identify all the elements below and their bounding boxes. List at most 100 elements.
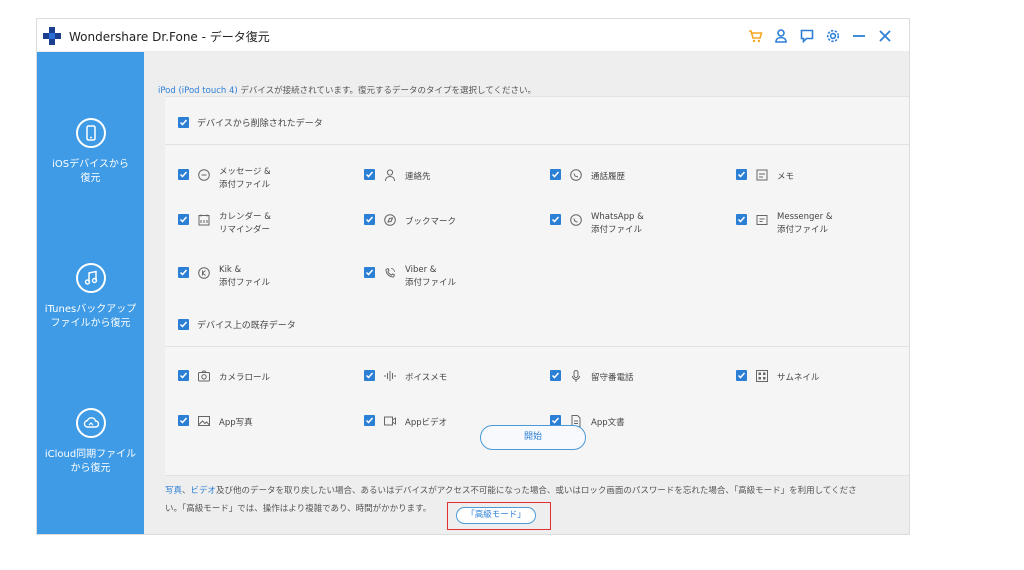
sidebar: iOSデバイスから 復元 iTunesバックアップ ファイルから復元 iClou…: [37, 52, 144, 534]
drfone-logo-icon: [43, 27, 61, 45]
message-icon: [198, 169, 210, 181]
option-thumbnails[interactable]: サムネイル: [736, 370, 906, 400]
whatsapp-icon: [570, 214, 582, 226]
option-kik[interactable]: Kik & 添付ファイル: [178, 265, 348, 297]
option-label: ブックマーク: [405, 217, 457, 227]
cart-icon[interactable]: [743, 24, 767, 48]
option-label: Messenger & 添付ファイル: [777, 212, 833, 235]
voice-memos-checkbox[interactable]: [364, 370, 375, 381]
option-messages[interactable]: メッセージ & 添付ファイル: [178, 167, 348, 199]
section-divider: [165, 144, 909, 145]
itunes-music-icon: [75, 263, 106, 293]
option-app-photos[interactable]: App写真: [178, 415, 348, 445]
option-label: メッセージ & 添付ファイル: [219, 167, 271, 190]
separator-text: 、: [182, 486, 191, 496]
photos-link[interactable]: 写真: [165, 486, 182, 496]
sidebar-item-itunes-backup[interactable]: iTunesバックアップ ファイルから復元: [37, 263, 144, 331]
start-button[interactable]: 開始: [480, 425, 586, 450]
whatsapp-checkbox[interactable]: [550, 214, 561, 225]
option-label: メモ: [777, 172, 795, 182]
option-bookmarks[interactable]: ブックマーク: [364, 214, 534, 244]
note-icon: [756, 169, 768, 181]
device-name: iPod (iPod touch 4): [158, 86, 238, 96]
option-label: WhatsApp & 添付ファイル: [591, 212, 644, 235]
window-title: Wondershare Dr.Fone - データ復元: [69, 30, 270, 44]
select-all-existing-checkbox[interactable]: [178, 319, 189, 330]
feedback-icon[interactable]: [795, 24, 819, 48]
option-label: 連絡先: [405, 172, 431, 182]
sidebar-item-icloud-sync[interactable]: iCloud同期ファイル から復元: [37, 408, 144, 476]
option-calendar[interactable]: カレンダー & リマインダー: [178, 212, 348, 244]
app-video-icon: [384, 416, 396, 426]
voicemail-checkbox[interactable]: [550, 370, 561, 381]
option-label: 留守番電話: [591, 373, 634, 383]
deleted-section-label: デバイスから削除されたデータ: [197, 119, 323, 129]
title-bar: Wondershare Dr.Fone - データ復元: [37, 19, 909, 52]
data-type-panel: デバイスから削除されたデータ メッセージ & 添付ファイル 連絡先 通話履歴 メ…: [165, 96, 909, 476]
sidebar-item-label: iOSデバイスから 復元: [52, 159, 129, 184]
hint-text: デバイスが接続されています。復元するデータのタイプを選択してください。: [240, 86, 537, 96]
option-notes[interactable]: メモ: [736, 169, 906, 199]
bookmark-icon: [384, 214, 396, 226]
sidebar-item-label: iTunesバックアップ ファイルから復元: [44, 304, 137, 329]
option-label: カメラロール: [219, 373, 271, 383]
voicemail-icon: [572, 370, 580, 382]
calendar-checkbox[interactable]: [178, 214, 189, 225]
option-label: Appビデオ: [405, 418, 448, 428]
notice-text-2: い。「高級モード」では、操作はより複雑であり、時間がかかります。: [165, 504, 432, 514]
ios-device-icon: [75, 118, 106, 148]
option-label: App写真: [219, 418, 253, 428]
calendar-icon: [198, 214, 210, 226]
app-videos-checkbox[interactable]: [364, 415, 375, 426]
option-voice-memos[interactable]: ボイスメモ: [364, 370, 534, 400]
option-label: ボイスメモ: [405, 373, 448, 383]
call-history-checkbox[interactable]: [550, 169, 561, 180]
option-voicemail[interactable]: 留守番電話: [550, 370, 720, 400]
kik-checkbox[interactable]: [178, 267, 189, 278]
viber-icon: [385, 267, 396, 278]
option-messenger[interactable]: Messenger & 添付ファイル: [736, 212, 906, 244]
call-history-icon: [570, 169, 582, 181]
option-contacts[interactable]: 連絡先: [364, 169, 534, 199]
sidebar-item-label: iCloud同期ファイル から復元: [44, 449, 137, 474]
voice-memo-icon: [384, 371, 396, 381]
option-label: 通話履歴: [591, 172, 626, 182]
settings-gear-icon[interactable]: [821, 24, 845, 48]
thumbnail-icon: [756, 370, 768, 382]
app-photo-icon: [198, 416, 210, 426]
option-label: カレンダー & リマインダー: [219, 212, 271, 235]
camera-icon: [198, 370, 210, 382]
main-content: iPod (iPod touch 4) デバイスが接続されています。復元するデー…: [144, 52, 909, 534]
option-label: サムネイル: [777, 373, 820, 383]
bookmarks-checkbox[interactable]: [364, 214, 375, 225]
viber-checkbox[interactable]: [364, 267, 375, 278]
sidebar-item-ios-device[interactable]: iOSデバイスから 復元: [37, 118, 144, 186]
option-camera-roll[interactable]: カメラロール: [178, 370, 348, 400]
app-window: Wondershare Dr.Fone - データ復元 iOSデバイスから 復元…: [36, 18, 910, 535]
notes-checkbox[interactable]: [736, 169, 747, 180]
option-label: Viber & 添付ファイル: [405, 265, 457, 288]
contact-icon: [385, 169, 395, 182]
select-all-deleted-checkbox[interactable]: [178, 117, 189, 128]
section-divider: [165, 346, 909, 347]
account-icon[interactable]: [769, 24, 793, 48]
highlight-box: [447, 502, 551, 530]
contacts-checkbox[interactable]: [364, 169, 375, 180]
messenger-icon: [756, 215, 768, 225]
app-photos-checkbox[interactable]: [178, 415, 189, 426]
close-icon[interactable]: [873, 24, 897, 48]
option-viber[interactable]: Viber & 添付ファイル: [364, 265, 534, 297]
existing-section-label: デバイス上の既存データ: [197, 321, 296, 331]
option-call-history[interactable]: 通話履歴: [550, 169, 720, 199]
messages-checkbox[interactable]: [178, 169, 189, 180]
icloud-icon: [75, 408, 106, 438]
camera-roll-checkbox[interactable]: [178, 370, 189, 381]
videos-link[interactable]: ビデオ: [191, 486, 217, 496]
option-label: Kik & 添付ファイル: [219, 265, 271, 288]
thumbnails-checkbox[interactable]: [736, 370, 747, 381]
messenger-checkbox[interactable]: [736, 214, 747, 225]
option-label: App文書: [591, 418, 625, 428]
notice-text-1: 及び他のデータを取り戻したい場合、あるいはデバイスがアクセス不可能になった場合、…: [216, 486, 857, 496]
minimize-icon[interactable]: [847, 24, 871, 48]
option-whatsapp[interactable]: WhatsApp & 添付ファイル: [550, 212, 720, 244]
